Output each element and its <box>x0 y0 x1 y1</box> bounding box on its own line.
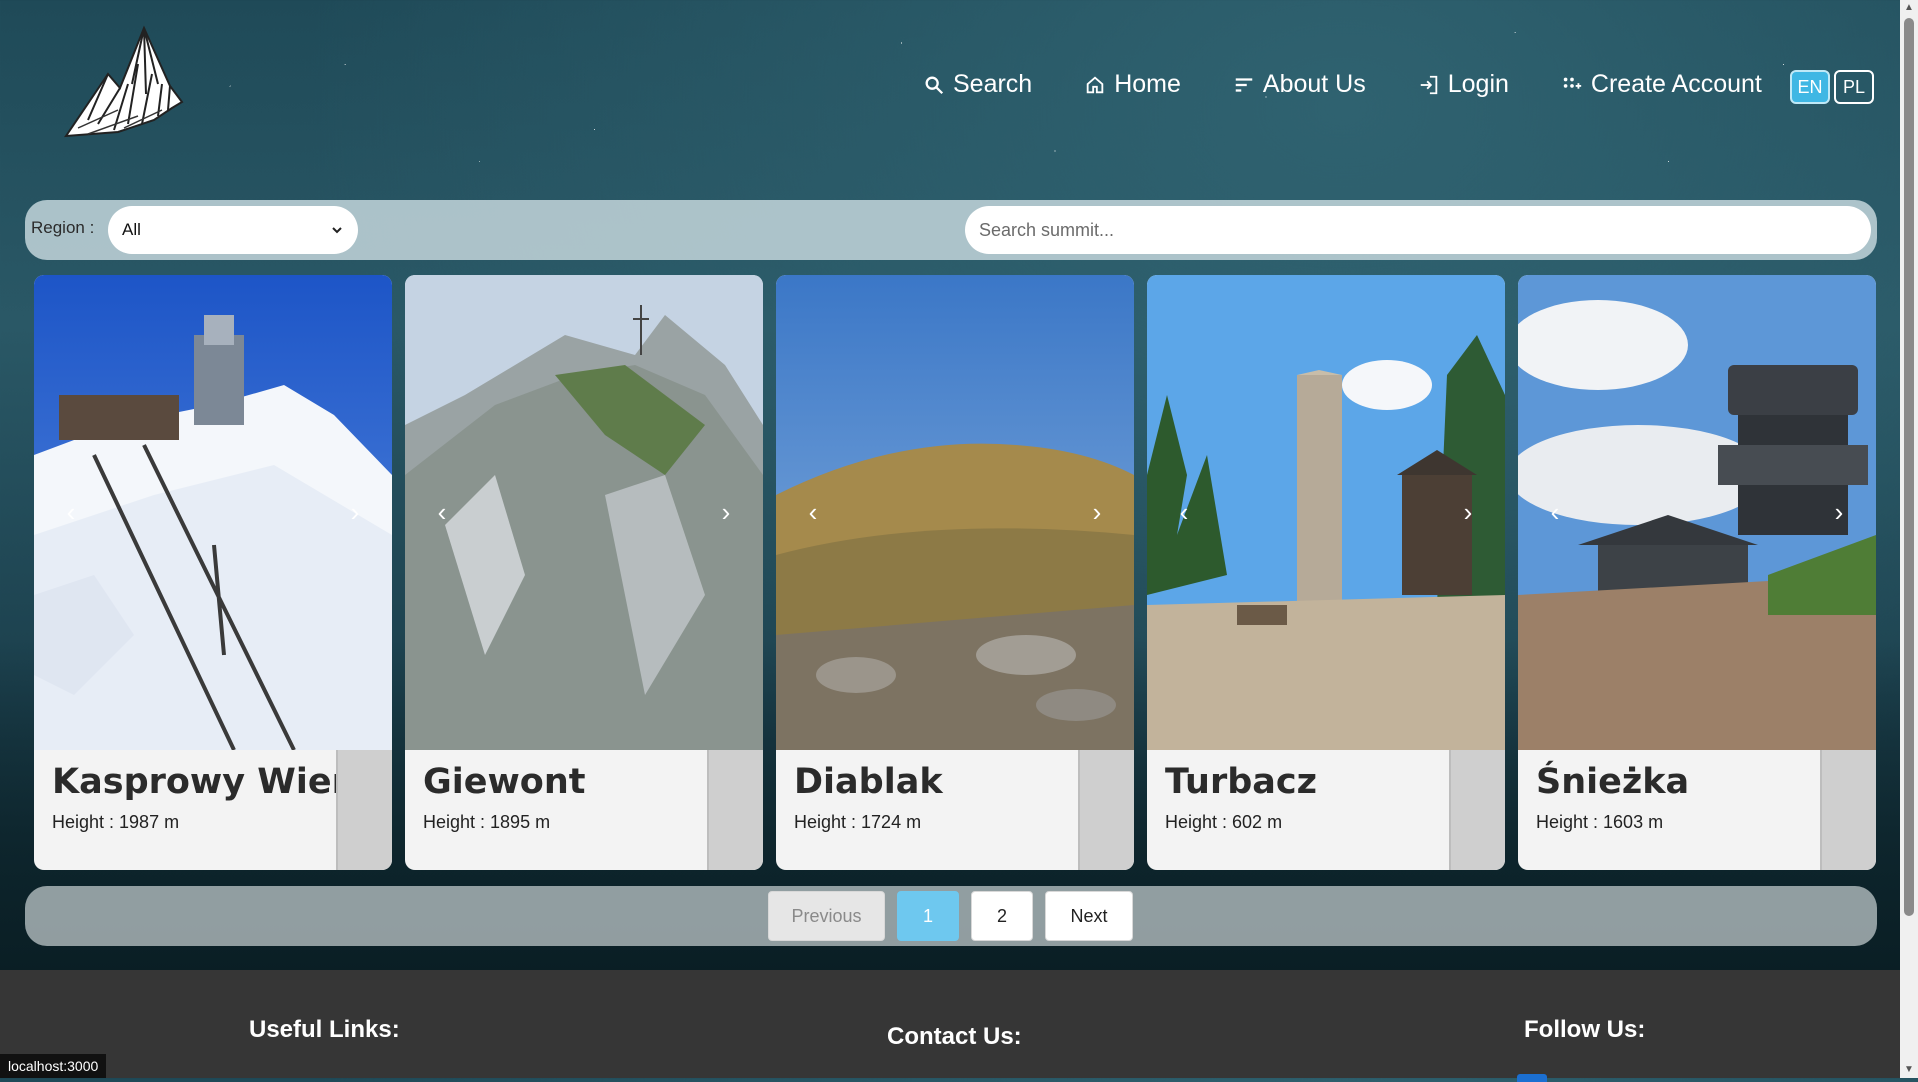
nav-about[interactable]: About Us <box>1233 70 1366 99</box>
carousel-prev-button[interactable]: ‹ <box>1169 497 1199 527</box>
nav-create-account-label: Create Account <box>1590 70 1762 98</box>
summit-name: Giewont <box>423 762 586 802</box>
filter-bar: Region : All <box>25 200 1877 260</box>
lang-pl-button[interactable]: PL <box>1834 70 1874 104</box>
summit-name: Turbacz <box>1165 762 1317 802</box>
header: Search Home About Us Login Create Accoun… <box>0 0 1900 170</box>
summit-search-input[interactable] <box>965 206 1871 254</box>
summit-name: Diablak <box>794 762 943 802</box>
summit-photo: ‹ › <box>776 275 1134 750</box>
chevron-down-icon <box>332 227 342 234</box>
contact-heading: Contact Us: <box>887 1023 1022 1050</box>
summit-card[interactable]: ‹ › Giewont Height : 1895 m <box>405 275 763 870</box>
region-label: Region : <box>31 218 95 237</box>
summit-height: Height : 1895 m <box>423 812 551 832</box>
follow-heading: Follow Us: <box>1524 1016 1646 1043</box>
summit-cards: ‹ › Kasprowy Wierch Height : 1987 m ‹ › <box>34 275 1876 870</box>
carousel-prev-button[interactable]: ‹ <box>798 497 828 527</box>
card-side-panel <box>1078 750 1134 870</box>
nav-login-label: Login <box>1447 70 1509 98</box>
summit-name: Śnieżka <box>1536 762 1690 802</box>
nav-search[interactable]: Search <box>923 70 1032 99</box>
summit-card-body: Kasprowy Wierch Height : 1987 m <box>34 750 392 870</box>
summit-height: Height : 1603 m <box>1536 812 1664 832</box>
user-plus-icon <box>1563 77 1582 89</box>
language-switcher: EN PL <box>1790 70 1874 104</box>
mountain-logo[interactable] <box>58 24 188 144</box>
card-side-panel <box>1820 750 1876 870</box>
summit-height: Height : 1987 m <box>52 812 180 832</box>
carousel-next-button[interactable]: › <box>1824 497 1854 527</box>
summit-photo: ‹ › <box>1518 275 1876 750</box>
nav-login[interactable]: Login <box>1418 70 1509 99</box>
summit-card[interactable]: ‹ › Turbacz Height : 602 m <box>1147 275 1505 870</box>
region-select[interactable]: All <box>108 206 358 254</box>
lang-en-button[interactable]: EN <box>1790 70 1830 104</box>
page-1-button[interactable]: 1 <box>897 891 959 941</box>
login-icon <box>1420 75 1437 94</box>
main-nav: Search Home About Us Login Create Accoun… <box>923 70 1762 99</box>
scroll-down-arrow[interactable]: ▼ <box>1903 1064 1915 1076</box>
carousel-prev-button[interactable]: ‹ <box>1540 497 1570 527</box>
status-url: localhost:3000 <box>0 1054 107 1078</box>
summit-photo: ‹ › <box>405 275 763 750</box>
list-icon <box>1235 77 1253 92</box>
nav-about-label: About Us <box>1262 70 1366 98</box>
nav-create-account[interactable]: Create Account <box>1561 70 1762 99</box>
home-icon <box>1086 75 1104 93</box>
carousel-next-button[interactable]: › <box>1453 497 1483 527</box>
card-side-panel <box>336 750 392 870</box>
carousel-prev-button[interactable]: ‹ <box>427 497 457 527</box>
summit-card-body: Śnieżka Height : 1603 m <box>1518 750 1822 870</box>
previous-page-button[interactable]: Previous <box>768 891 885 941</box>
summit-card[interactable]: ‹ › Diablak Height : 1724 m <box>776 275 1134 870</box>
carousel-next-button[interactable]: › <box>711 497 741 527</box>
card-side-panel <box>1449 750 1505 870</box>
footer: Useful Links: Contact Us: Follow Us: <box>0 970 1900 1082</box>
scroll-thumb[interactable] <box>1904 18 1914 916</box>
carousel-prev-button[interactable]: ‹ <box>56 497 86 527</box>
summit-photo: ‹ › <box>1147 275 1505 750</box>
summit-photo: ‹ › <box>34 275 392 750</box>
summit-card-body: Giewont Height : 1895 m <box>405 750 709 870</box>
summit-card-body: Turbacz Height : 602 m <box>1147 750 1451 870</box>
region-select-value: All <box>122 220 141 239</box>
summit-height: Height : 602 m <box>1165 812 1283 832</box>
scroll-up-arrow[interactable]: ▲ <box>1903 2 1915 14</box>
summit-card[interactable]: ‹ › Śnieżka Height : 1603 m <box>1518 275 1876 870</box>
nav-search-label: Search <box>953 70 1033 98</box>
useful-links-heading: Useful Links: <box>249 1016 400 1043</box>
nav-home-label: Home <box>1114 70 1181 98</box>
page-2-button[interactable]: 2 <box>971 891 1033 941</box>
nav-home[interactable]: Home <box>1084 70 1181 99</box>
summit-card[interactable]: ‹ › Kasprowy Wierch Height : 1987 m <box>34 275 392 870</box>
search-icon <box>925 76 944 94</box>
summit-card-body: Diablak Height : 1724 m <box>776 750 1080 870</box>
next-page-button[interactable]: Next <box>1045 891 1133 941</box>
carousel-next-button[interactable]: › <box>340 497 370 527</box>
card-side-panel <box>707 750 763 870</box>
carousel-next-button[interactable]: › <box>1082 497 1112 527</box>
summit-height: Height : 1724 m <box>794 812 922 832</box>
social-icon[interactable] <box>1517 1074 1547 1082</box>
pagination: Previous 1 2 Next <box>25 886 1877 946</box>
page-scrollbar[interactable]: ▲ ▼ <box>1900 0 1918 1078</box>
